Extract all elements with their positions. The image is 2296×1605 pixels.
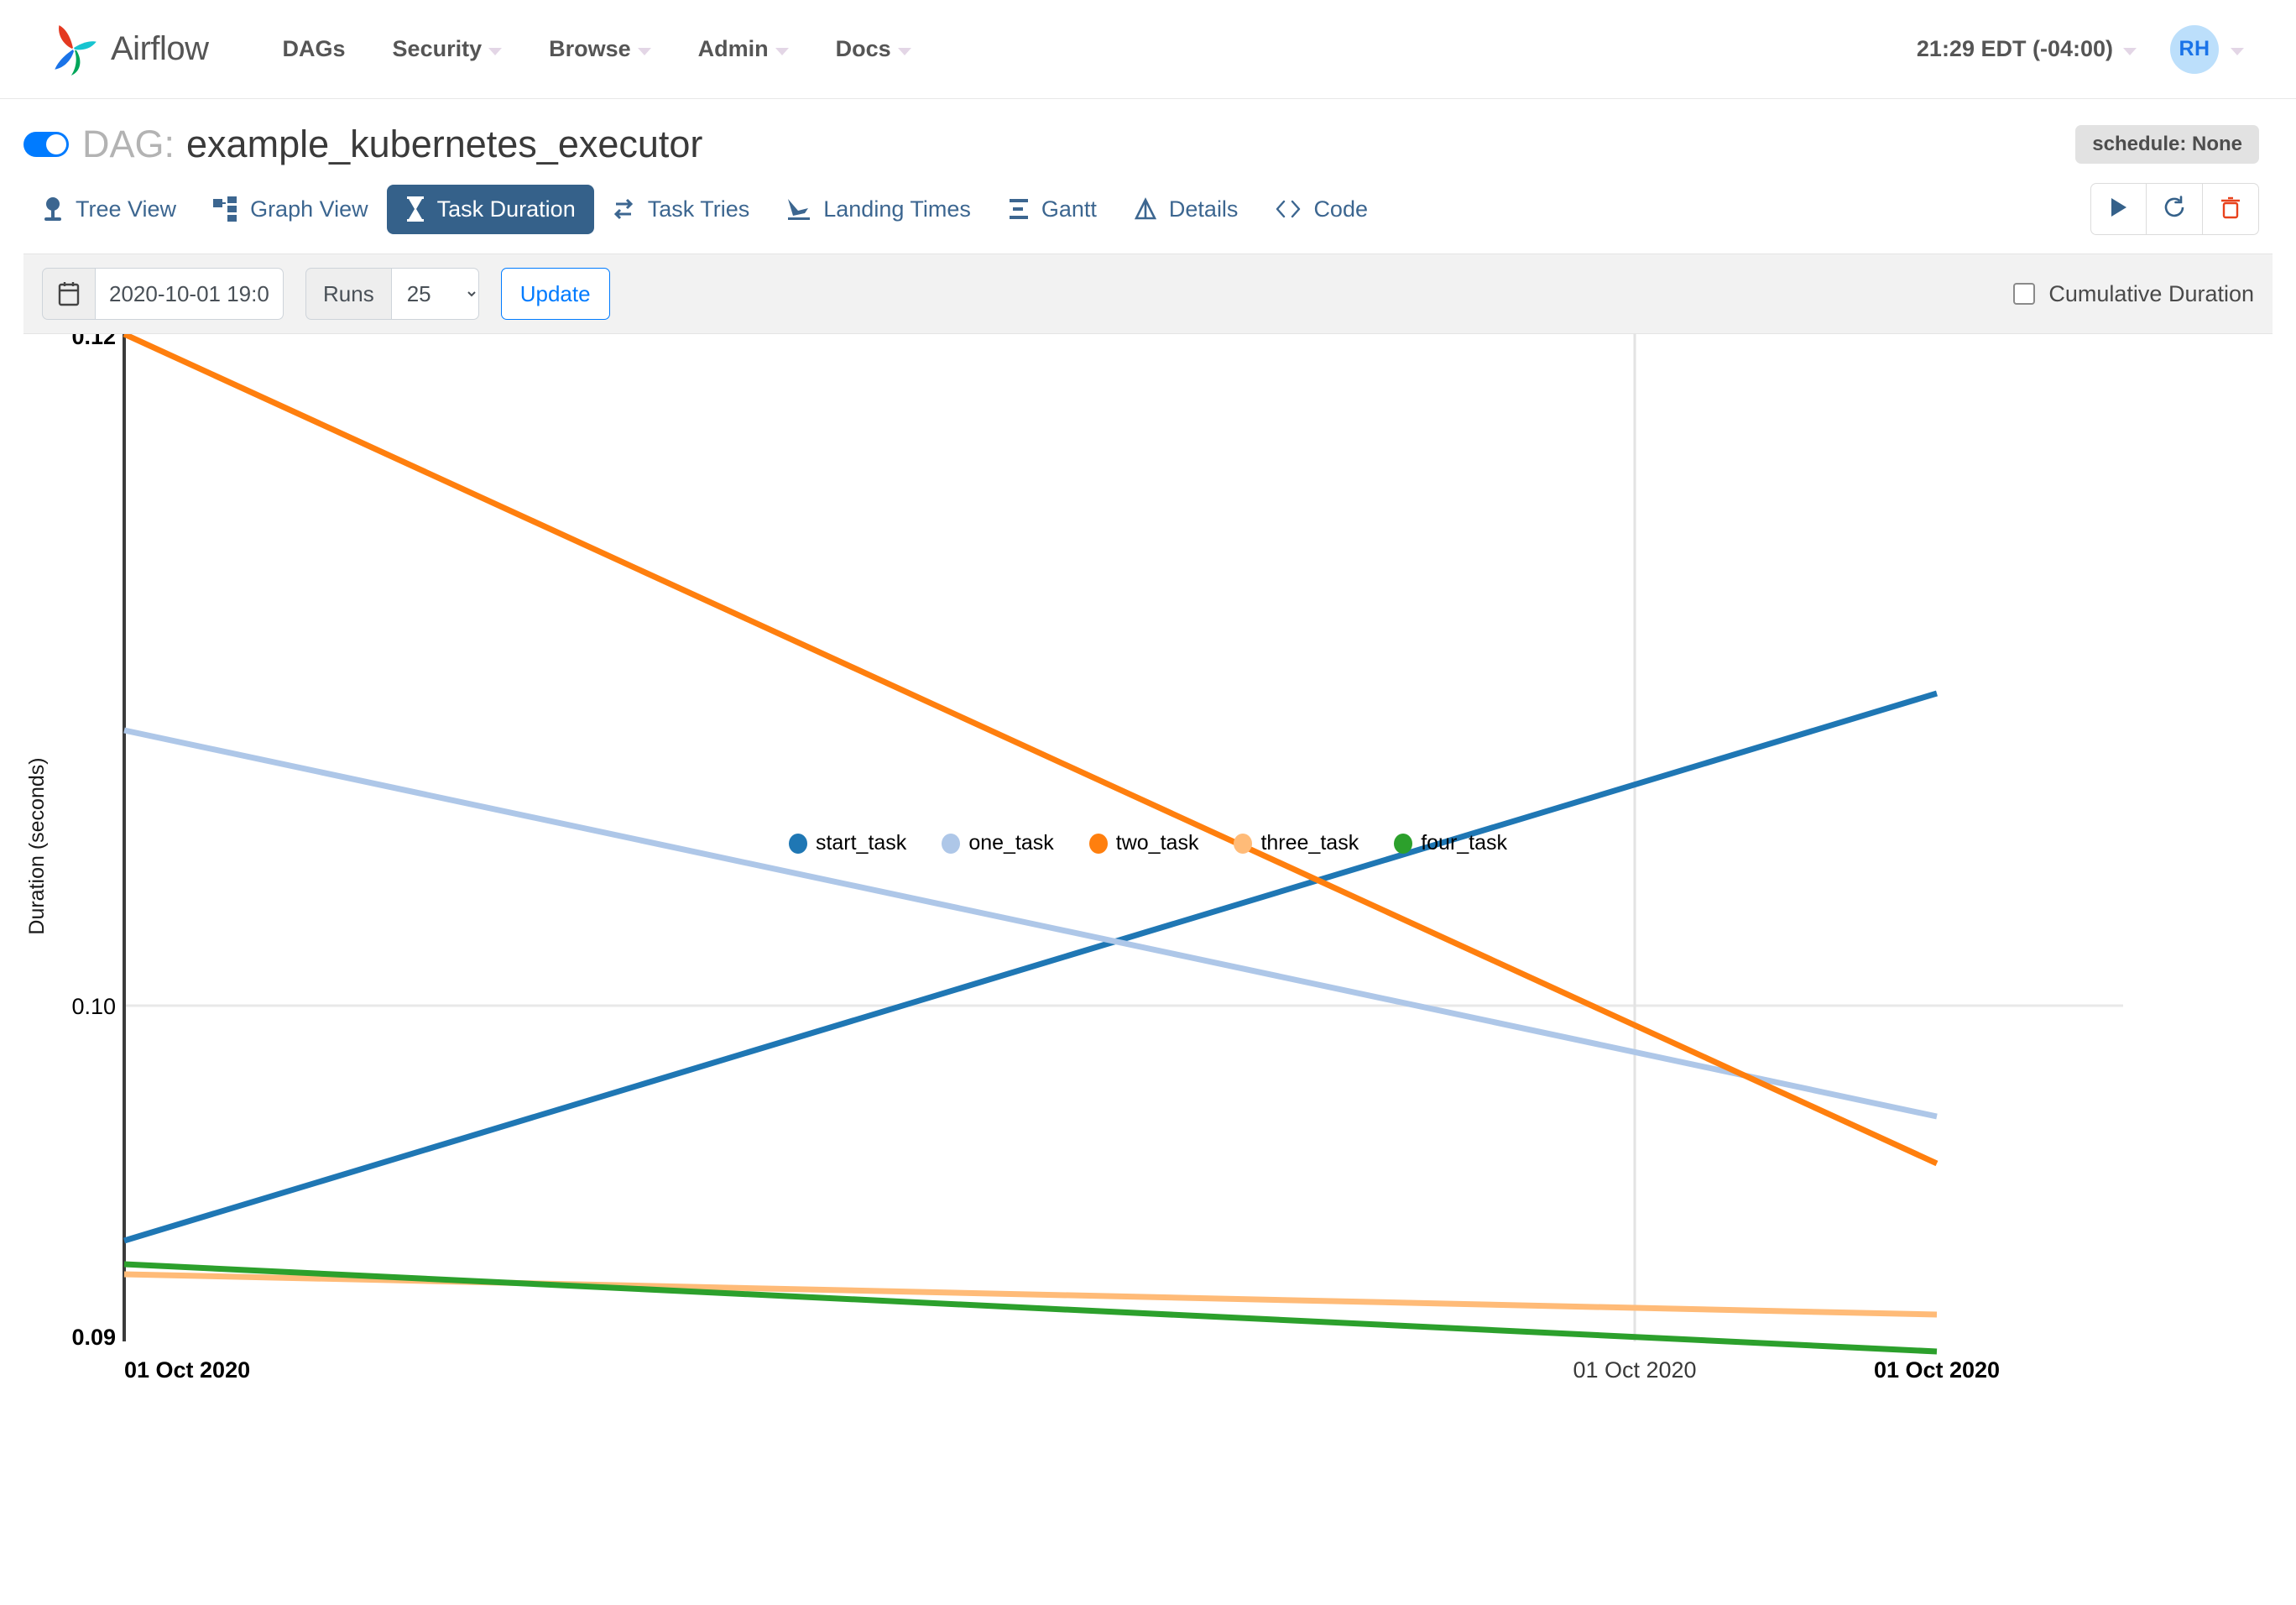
update-button[interactable]: Update [500, 268, 610, 320]
series-line-two_task[interactable] [123, 334, 1939, 1167]
avatar: RH [2170, 24, 2219, 74]
nav-item-admin[interactable]: Admin [675, 36, 812, 62]
nav-item-security[interactable]: Security [369, 36, 526, 62]
series-line-start_task[interactable] [123, 690, 1939, 1244]
nav-item-label: Browse [549, 36, 631, 61]
nav-item-docs[interactable]: Docs [812, 36, 935, 62]
timezone-selector[interactable]: 21:29 EDT (-04:00) [1898, 36, 2155, 62]
trigger-dag-button[interactable] [2090, 183, 2147, 235]
num-runs-group: Runs 25 [305, 268, 479, 320]
nav-item-dags[interactable]: DAGs [259, 36, 369, 62]
y-axis-title: Duration (seconds) [25, 757, 49, 934]
x-axis-tick-label: 01 Oct 2020 [1874, 1357, 2000, 1383]
nav-item-label: Docs [835, 36, 891, 61]
chevron-down-icon [897, 48, 911, 55]
num-runs-select[interactable]: 25 [391, 268, 479, 320]
runs-label: Runs [305, 268, 392, 320]
main-navbar: Airflow DAGs Security Browse Admin Docs … [0, 0, 2296, 99]
brand-label: Airflow [111, 30, 209, 67]
refresh-button[interactable] [2147, 183, 2203, 235]
trash-icon [2220, 196, 2241, 223]
y-axis-tick-label: 0.12 [71, 334, 116, 349]
dag-pause-toggle[interactable] [23, 132, 69, 157]
clock-label: 21:29 EDT (-04:00) [1916, 36, 2113, 61]
navbar-right: 21:29 EDT (-04:00) RH [1898, 24, 2259, 74]
nav-item-label: Security [392, 36, 483, 61]
hourglass-icon [405, 196, 425, 222]
gantt-icon [1008, 197, 1030, 221]
series-line-one_task[interactable] [123, 727, 1938, 1120]
play-icon [2109, 196, 2129, 222]
chart-canvas: 0.12 0.10 0.09 Duration (seconds) 01 Oct… [25, 334, 2123, 1383]
tab-landing-times[interactable]: Landing Times [768, 185, 989, 234]
view-tabbar: Tree View Graph View Task Duration Task … [0, 175, 2296, 254]
nav-item-browse[interactable]: Browse [525, 36, 675, 62]
x-axis-tick-label: 01 Oct 2020 [1573, 1357, 1696, 1383]
chevron-down-icon [488, 48, 503, 55]
tab-details[interactable]: Details [1115, 185, 1257, 234]
tree-icon [42, 196, 64, 222]
task-duration-chart: start_task one_task two_task three_task … [0, 334, 2296, 1442]
y-axis-tick-label: 0.10 [71, 994, 116, 1019]
user-menu[interactable]: RH [2155, 24, 2259, 74]
chevron-down-icon [2231, 48, 2244, 55]
dag-prefix-label: DAG: [82, 123, 175, 165]
refresh-icon [2163, 195, 2186, 223]
tab-label: Graph View [250, 196, 368, 222]
cumulative-duration-checkbox[interactable] [2013, 283, 2036, 305]
page-title: example_kubernetes_executor [186, 123, 703, 165]
tab-label: Task Duration [436, 196, 576, 222]
base-date-group [42, 268, 284, 320]
code-icon [1275, 198, 1302, 220]
chart-filter-bar: Runs 25 Update Cumulative Duration [23, 254, 2273, 334]
retry-icon [613, 197, 636, 221]
base-date-input[interactable] [96, 268, 284, 320]
chevron-down-icon [2123, 48, 2137, 55]
chevron-down-icon [775, 48, 789, 55]
cumulative-duration-label: Cumulative Duration [2048, 280, 2254, 306]
landing-icon [786, 197, 811, 221]
nav-items: DAGs Security Browse Admin Docs [259, 36, 935, 62]
airflow-brand-link[interactable]: Airflow [47, 22, 209, 77]
tab-label: Task Tries [647, 196, 750, 222]
tab-gantt[interactable]: Gantt [989, 185, 1115, 234]
tab-graph-view[interactable]: Graph View [195, 185, 387, 234]
delete-dag-button[interactable] [2203, 183, 2259, 235]
tab-label: Tree View [76, 196, 177, 222]
calendar-icon[interactable] [42, 268, 96, 320]
dag-header: DAG: example_kubernetes_executor schedul… [0, 99, 2296, 175]
tab-tree-view[interactable]: Tree View [23, 185, 195, 234]
nav-item-label: Admin [697, 36, 769, 61]
graph-icon [213, 196, 238, 222]
y-axis-tick-label: 0.09 [71, 1325, 116, 1350]
airflow-logo-icon [47, 22, 102, 77]
tab-code[interactable]: Code [1256, 185, 1386, 234]
tab-task-tries[interactable]: Task Tries [594, 185, 769, 234]
details-icon [1134, 197, 1157, 221]
x-axis-tick-label: 01 Oct 2020 [124, 1357, 250, 1383]
chevron-down-icon [637, 48, 651, 55]
tab-label: Landing Times [823, 196, 971, 222]
schedule-badge: schedule: None [2075, 125, 2259, 164]
tab-label: Details [1168, 196, 1239, 222]
tab-label: Gantt [1041, 196, 1097, 222]
tab-task-duration[interactable]: Task Duration [386, 184, 594, 234]
dag-action-buttons [2090, 183, 2259, 235]
tab-label: Code [1313, 196, 1368, 222]
nav-item-label: DAGs [282, 36, 346, 61]
cumulative-duration-toggle[interactable]: Cumulative Duration [2013, 281, 2254, 307]
